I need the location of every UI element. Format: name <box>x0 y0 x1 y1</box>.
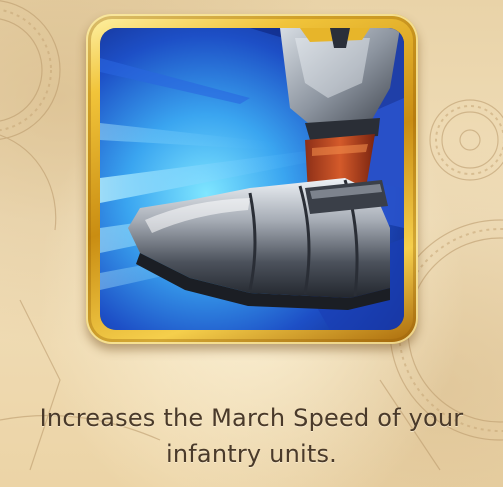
skill-icon-frame <box>86 14 418 344</box>
infantry-boot-speed-icon <box>100 28 404 330</box>
skill-icon <box>100 28 404 330</box>
skill-description: Increases the March Speed of your infant… <box>39 404 464 468</box>
